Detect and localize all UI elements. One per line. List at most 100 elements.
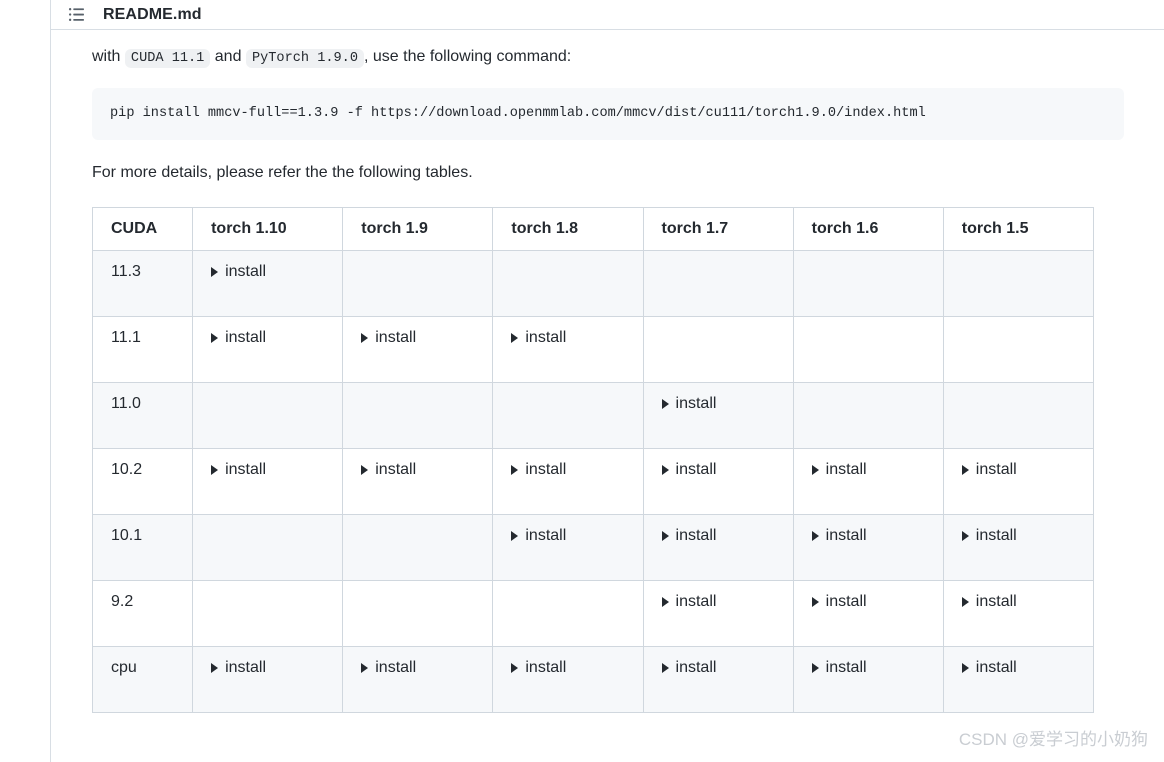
install-cell: install — [792, 448, 944, 516]
install-label: install — [675, 593, 717, 611]
empty-cell — [511, 395, 624, 396]
empty-cell — [662, 329, 775, 330]
install-summary[interactable]: install — [811, 659, 925, 677]
table-body: 11.3 install 11.1 install install install 11.0… — [91, 250, 1095, 714]
install-summary[interactable]: install — [361, 659, 474, 677]
install-summary[interactable]: install — [811, 527, 925, 545]
disclosure-triangle-icon — [811, 531, 819, 542]
install-disclosure[interactable]: install — [661, 527, 775, 545]
install-summary[interactable]: install — [511, 527, 624, 545]
install-disclosure[interactable]: install — [361, 329, 474, 347]
install-summary[interactable]: install — [661, 395, 775, 413]
install-summary[interactable]: install — [511, 461, 624, 479]
install-label: install — [675, 527, 717, 545]
install-disclosure[interactable]: install — [961, 461, 1075, 479]
install-disclosure[interactable]: install — [811, 593, 925, 611]
install-label: install — [525, 527, 567, 545]
install-disclosure[interactable]: install — [811, 461, 925, 479]
install-summary[interactable]: install — [661, 659, 775, 677]
install-cell: install — [492, 514, 644, 582]
install-disclosure[interactable]: install — [961, 593, 1075, 611]
table-row: 9.2 install install install — [91, 580, 1095, 648]
install-label: install — [225, 263, 266, 281]
empty-cell — [511, 263, 624, 264]
install-cell — [192, 514, 344, 582]
install-summary[interactable]: install — [661, 593, 775, 611]
column-header-torch-17: torch 1.7 — [642, 207, 794, 252]
intro-middle-text: and — [214, 48, 242, 65]
install-summary[interactable]: install — [211, 263, 324, 281]
install-summary[interactable]: install — [211, 659, 324, 677]
install-disclosure[interactable]: install — [211, 659, 324, 677]
install-summary[interactable]: install — [511, 659, 624, 677]
file-header-bar: README.md — [51, 0, 1164, 30]
install-summary[interactable]: install — [211, 329, 324, 347]
install-cell — [942, 250, 1095, 318]
table-row: 11.1 install install install — [91, 316, 1095, 384]
empty-cell — [962, 395, 1075, 396]
empty-cell — [361, 395, 474, 396]
install-summary[interactable]: install — [961, 461, 1075, 479]
install-command-block: pip install mmcv-full==1.3.9 -f https://… — [92, 87, 1124, 140]
install-disclosure[interactable]: install — [961, 659, 1075, 677]
details-note-paragraph: For more details, please refer the the f… — [92, 163, 473, 181]
install-disclosure[interactable]: install — [511, 461, 624, 479]
table-row: 10.1 install install install install — [91, 514, 1095, 582]
install-disclosure[interactable]: install — [511, 527, 624, 545]
install-disclosure[interactable]: install — [661, 593, 775, 611]
install-summary[interactable]: install — [811, 593, 925, 611]
install-summary[interactable]: install — [361, 461, 474, 479]
install-cell: install — [342, 316, 494, 384]
install-cell — [492, 250, 644, 318]
install-summary[interactable]: install — [661, 527, 775, 545]
install-disclosure[interactable]: install — [361, 659, 474, 677]
empty-cell — [211, 527, 324, 528]
column-header-torch-16: torch 1.6 — [792, 207, 944, 252]
install-summary[interactable]: install — [961, 593, 1075, 611]
install-disclosure[interactable]: install — [511, 329, 624, 347]
install-command-text[interactable]: pip install mmcv-full==1.3.9 -f https://… — [110, 106, 926, 121]
install-cell — [342, 250, 494, 318]
install-summary[interactable]: install — [811, 461, 925, 479]
install-disclosure[interactable]: install — [211, 461, 324, 479]
disclosure-triangle-icon — [961, 465, 969, 476]
column-header-torch-19: torch 1.9 — [342, 207, 494, 252]
install-disclosure[interactable]: install — [811, 659, 925, 677]
install-disclosure[interactable]: install — [661, 461, 775, 479]
disclosure-triangle-icon — [961, 663, 969, 674]
install-disclosure[interactable]: install — [211, 263, 324, 281]
install-disclosure[interactable]: install — [361, 461, 474, 479]
install-cell: install — [192, 316, 344, 384]
column-header-torch-18: torch 1.8 — [492, 207, 644, 252]
intro-prefix-text: with — [92, 48, 121, 65]
install-disclosure[interactable]: install — [961, 527, 1075, 545]
install-disclosure[interactable]: install — [211, 329, 324, 347]
empty-cell — [511, 593, 624, 594]
install-disclosure[interactable]: install — [511, 659, 624, 677]
disclosure-triangle-icon — [361, 333, 369, 344]
install-label: install — [825, 659, 867, 677]
intro-suffix-text: , use the following command: — [364, 48, 572, 65]
install-disclosure[interactable]: install — [811, 527, 925, 545]
install-label: install — [375, 329, 417, 347]
disclosure-triangle-icon — [661, 663, 669, 674]
install-cell: install — [192, 448, 344, 516]
install-cell: install — [342, 448, 494, 516]
install-cell: install — [792, 646, 944, 714]
empty-cell — [361, 263, 474, 264]
column-header-cuda: CUDA — [91, 207, 194, 252]
install-summary[interactable]: install — [961, 527, 1075, 545]
cuda-version-cell: 10.1 — [91, 514, 194, 582]
install-summary[interactable]: install — [511, 329, 624, 347]
install-disclosure[interactable]: install — [661, 395, 775, 413]
empty-cell — [812, 263, 925, 264]
list-unordered-icon[interactable] — [68, 6, 85, 23]
install-disclosure[interactable]: install — [661, 659, 775, 677]
install-summary[interactable]: install — [661, 461, 775, 479]
install-summary[interactable]: install — [361, 329, 474, 347]
install-cell — [792, 382, 944, 450]
file-name-label: README.md — [103, 5, 202, 23]
install-label: install — [825, 527, 867, 545]
install-summary[interactable]: install — [211, 461, 324, 479]
install-summary[interactable]: install — [961, 659, 1075, 677]
